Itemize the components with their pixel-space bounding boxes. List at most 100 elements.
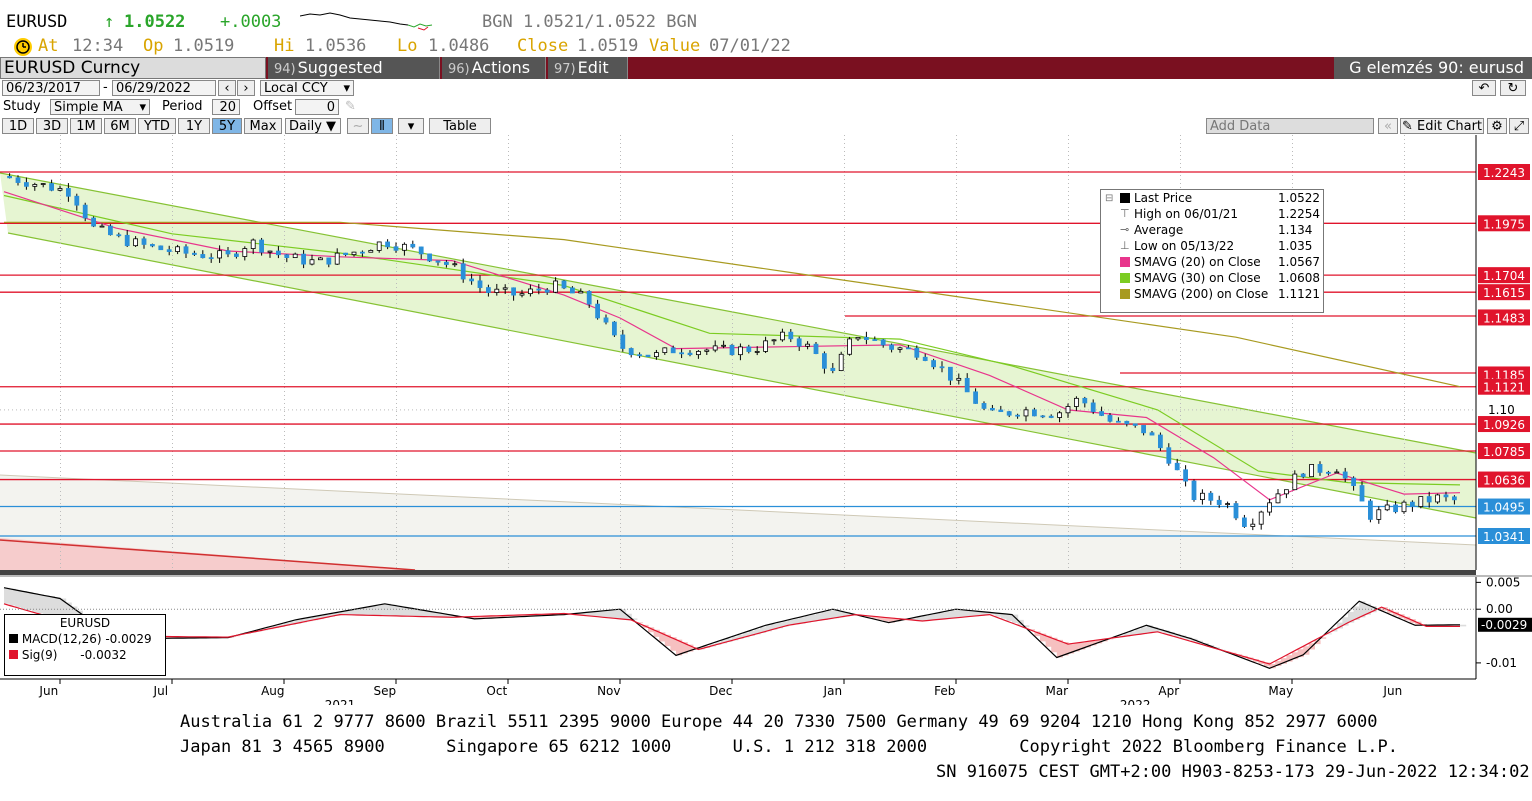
study-label: Study (3, 99, 41, 114)
candle-body (1141, 425, 1146, 434)
at-label: At (38, 36, 59, 56)
candle-body (1191, 480, 1197, 500)
offset-label: Offset (253, 99, 293, 114)
level-label: 1.0636 (1483, 474, 1525, 488)
candle-body (1174, 462, 1180, 471)
legend-label: SMAVG (30) on Close (1134, 271, 1261, 285)
month-label: Jun (1382, 684, 1402, 698)
redo-icon[interactable]: ↻ (1500, 80, 1526, 96)
candle-body (49, 183, 54, 191)
range-1m[interactable]: 1M (70, 118, 102, 134)
clock-icon[interactable] (14, 38, 32, 56)
candle-body (696, 350, 701, 356)
candle-body (233, 253, 239, 257)
month-label: Jun (38, 684, 58, 698)
candle-body (536, 288, 542, 291)
candle-body (553, 280, 558, 293)
candle-body (275, 250, 281, 256)
footer-phone-line-1: Australia 61 2 9777 8600 Brazil 5511 239… (180, 712, 1378, 732)
candle-body (511, 287, 517, 296)
security-field[interactable]: EURUSD Curncy (0, 57, 266, 79)
expand-icon[interactable]: ⤢ (1509, 118, 1529, 134)
candle-body (351, 251, 357, 256)
candle-body (485, 287, 491, 293)
legend-value: 1.1121 (1278, 287, 1320, 301)
prev-arrow-icon[interactable]: ‹ (218, 80, 236, 96)
candle-body (1267, 502, 1272, 513)
candle-body (460, 263, 466, 280)
candle-body (1166, 447, 1172, 464)
range-max[interactable]: Max (244, 118, 282, 134)
start-date-field[interactable]: 06/23/2017 (2, 80, 100, 96)
level-label: 1.1615 (1483, 286, 1525, 300)
macd-legend[interactable]: EURUSD MACD(12,26) -0.0029 Sig(9) -0.003… (4, 614, 166, 676)
candle-body (1116, 420, 1121, 423)
candle-chart-icon[interactable]: ⫴ (371, 118, 393, 134)
candle-body (805, 343, 810, 347)
end-date-field[interactable]: 06/29/2022 (112, 80, 216, 96)
range-5y[interactable]: 5Y (212, 118, 242, 134)
currency-select[interactable]: Local CCY ▾ (260, 80, 354, 96)
footer-phone-line-2: Japan 81 3 4565 8900 Singapore 65 6212 1… (180, 737, 1398, 757)
edit-chart-button[interactable]: ✎ Edit Chart (1400, 118, 1484, 134)
range-3d[interactable]: 3D (36, 118, 68, 134)
level-label: 1.0785 (1483, 445, 1525, 459)
candle-body (704, 349, 710, 352)
table-button[interactable]: Table (429, 118, 491, 134)
add-data-field[interactable]: Add Data (1206, 118, 1374, 134)
legend-value: 1.0608 (1278, 271, 1320, 285)
collapse-icon[interactable]: « (1378, 118, 1398, 134)
edit-menu[interactable]: 97) Edit ▾ (548, 57, 628, 101)
legend-row: Last Price 1.0522 (1101, 190, 1323, 206)
candle-body (334, 252, 340, 265)
candle-body (570, 287, 575, 294)
legend-swatch (1120, 273, 1130, 283)
candle-body (343, 252, 349, 256)
range-ytd[interactable]: YTD (138, 118, 176, 134)
open-value: 1.0519 (173, 36, 235, 56)
candle-body (1342, 471, 1348, 479)
candle-body (1292, 473, 1298, 491)
next-arrow-icon[interactable]: › (237, 80, 255, 96)
actions-menu[interactable]: 96) Actions ▾ (442, 57, 546, 101)
candle-body (1132, 423, 1138, 426)
legend-collapse-icon[interactable]: ⊟ (1105, 193, 1113, 204)
undo-icon[interactable]: ↶ (1472, 80, 1496, 96)
candle-body (1158, 434, 1163, 449)
study-select[interactable]: Simple MA ▾ (50, 99, 150, 115)
settings-icon[interactable]: ⚙ (1487, 118, 1507, 134)
offset-field[interactable]: 0 (295, 99, 339, 115)
suggested-charts-tab[interactable]: 94)Suggested Charts (268, 57, 440, 101)
candle-body (40, 183, 46, 185)
candle-body (225, 250, 231, 255)
panel-divider[interactable] (0, 570, 1476, 575)
candle-body (82, 204, 88, 219)
candle-body (628, 348, 634, 356)
legend-marker-icon: ⊥ (1120, 239, 1130, 252)
pencil-icon: ✎ (1401, 119, 1417, 134)
line-chart-icon[interactable]: ∼ (347, 118, 369, 134)
period-field[interactable]: 20 (212, 99, 240, 115)
candle-body (1410, 501, 1415, 507)
range-6m[interactable]: 6M (104, 118, 136, 134)
range-1y[interactable]: 1Y (178, 118, 210, 134)
value-date: 07/01/22 (709, 36, 791, 56)
close-value: 1.0519 (577, 36, 639, 56)
chart-type-dropdown-icon[interactable]: ▾ (398, 118, 424, 134)
candle-body (1183, 469, 1188, 482)
frequency-select[interactable]: Daily ▼ (285, 118, 341, 134)
range-1d[interactable]: 1D (2, 118, 34, 134)
chart-legend[interactable]: Last Price 1.0522 ⊤ High on 06/01/21 1.2254 ⊸… (1100, 189, 1324, 313)
chart-title: G elemzés 90: eurusd (1334, 57, 1532, 79)
candle-body (200, 254, 206, 259)
macd-legend-title: EURUSD (59, 616, 111, 630)
month-label: Oct (486, 684, 507, 698)
month-label: Apr (1158, 684, 1179, 698)
macd-tick-label: 0.005 (1486, 575, 1520, 589)
candle-body (1309, 464, 1314, 478)
candle-body (359, 251, 365, 254)
candle-body (670, 347, 676, 354)
candle-body (158, 245, 164, 251)
pencil-icon[interactable]: ✎ (345, 99, 356, 115)
candle-body (435, 260, 441, 263)
